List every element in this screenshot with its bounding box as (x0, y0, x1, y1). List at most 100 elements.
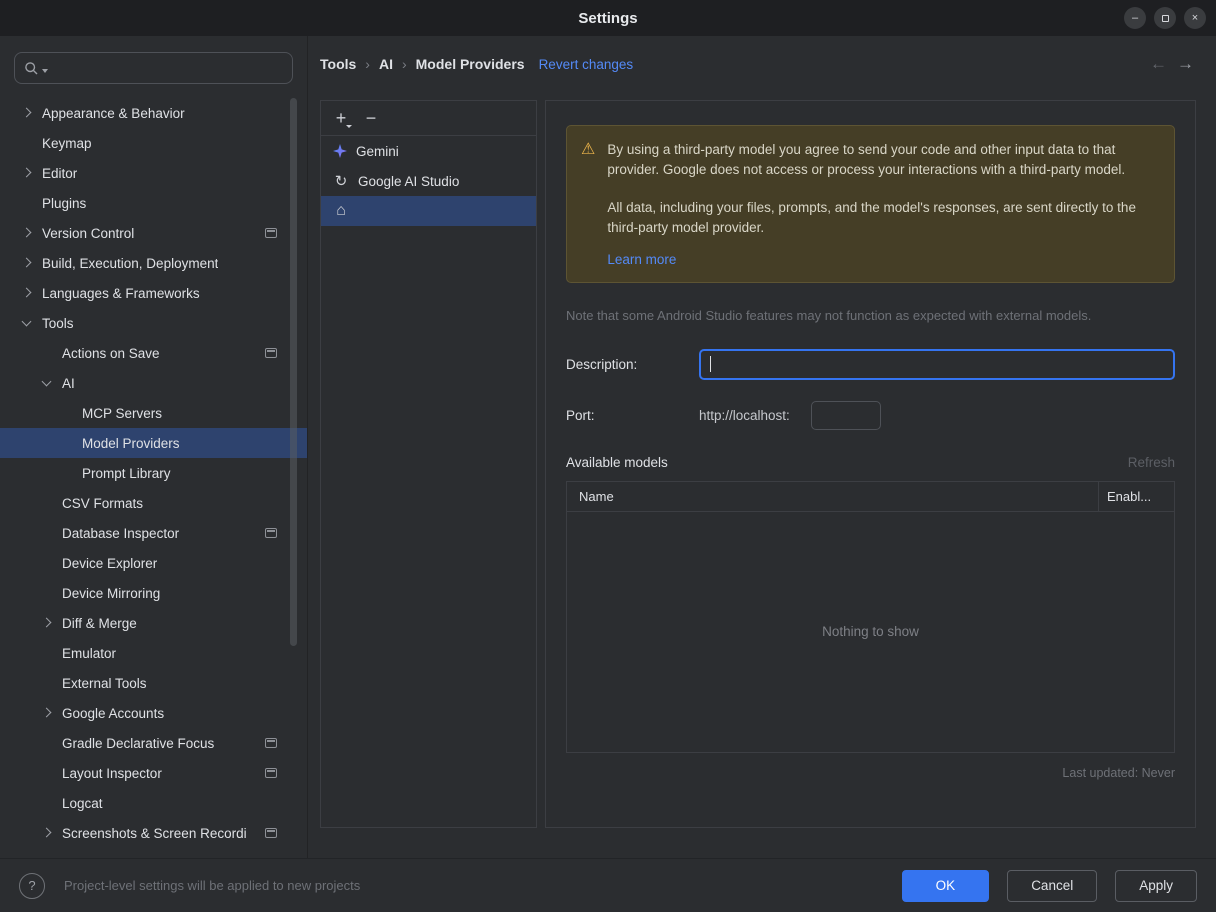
sidebar-item-label: MCP Servers (82, 405, 163, 421)
chevron-right-icon[interactable] (16, 218, 42, 248)
project-settings-badge-icon (265, 228, 277, 238)
settings-tree: Appearance & Behavior Keymap Editor Plugins… (0, 98, 307, 858)
models-table: Name Enabl... Nothing to show (566, 480, 1175, 753)
forward-arrow-icon[interactable]: → (1177, 54, 1194, 74)
sidebar-item-actions-on-save[interactable]: Actions on Save (0, 338, 307, 368)
warning-paragraph-2: All data, including your files, prompts,… (607, 200, 1136, 235)
sidebar-item-appearance-behavior[interactable]: Appearance & Behavior (0, 98, 307, 128)
breadcrumb-item-model-providers[interactable]: Model Providers (416, 56, 525, 72)
help-button[interactable]: ? (19, 872, 45, 899)
sidebar-item-csv-formats[interactable]: CSV Formats (0, 488, 307, 518)
chevron-right-icon[interactable] (16, 248, 42, 278)
provider-item-google-ai-studio[interactable]: ↻ Google AI Studio (321, 166, 536, 196)
sidebar-item-label: Screenshots & Screen Recordi (62, 825, 247, 841)
description-row: Description: (566, 348, 1175, 380)
chevron-right-icon[interactable] (16, 278, 42, 308)
chevron-right-icon[interactable] (36, 818, 62, 848)
sidebar-item-label: Google Accounts (62, 705, 165, 721)
close-icon: × (1191, 12, 1199, 24)
sidebar-item-layout-inspector[interactable]: Layout Inspector (0, 758, 307, 788)
chevron-down-icon[interactable] (36, 368, 62, 398)
search-input[interactable] (51, 59, 283, 77)
sidebar-item-version-control[interactable]: Version Control (0, 218, 307, 248)
sidebar-item-screenshots-screen-recordi[interactable]: Screenshots & Screen Recordi (0, 818, 307, 848)
sidebar-item-label: Device Explorer (62, 555, 158, 571)
add-provider-button[interactable]: + (328, 105, 354, 131)
sidebar-item-diff-merge[interactable]: Diff & Merge (0, 608, 307, 638)
sidebar-item-prompt-library[interactable]: Prompt Library (0, 458, 307, 488)
sidebar-item-label: Keymap (42, 135, 92, 151)
sidebar-item-label: Build, Execution, Deployment (42, 255, 219, 271)
column-header-enabl[interactable]: Enabl... (1098, 481, 1174, 511)
breadcrumb-item-ai[interactable]: AI (379, 56, 393, 72)
sidebar-scrollbar[interactable] (290, 98, 297, 646)
sidebar-item-label: Appearance & Behavior (42, 105, 185, 121)
chevron-right-icon[interactable] (36, 698, 62, 728)
sidebar-item-emulator[interactable]: Emulator (0, 638, 307, 668)
sidebar-item-mcp-servers[interactable]: MCP Servers (0, 398, 307, 428)
sidebar-item-ai[interactable]: AI (0, 368, 307, 398)
port-input[interactable] (810, 400, 881, 430)
description-label: Description: (566, 356, 638, 372)
ok-button[interactable]: OK (901, 869, 990, 902)
breadcrumb-separator: › (401, 56, 407, 72)
empty-table-message: Nothing to show (822, 624, 919, 640)
description-input[interactable] (699, 348, 1175, 380)
sidebar-item-gradle-declarative-focus[interactable]: Gradle Declarative Focus (0, 728, 307, 758)
sidebar-item-label: AI (62, 375, 75, 391)
column-header-name[interactable]: Name (567, 482, 1098, 511)
chevron-down-icon[interactable] (16, 308, 42, 338)
breadcrumb-item-tools[interactable]: Tools (320, 56, 356, 72)
provider-item-gemini[interactable]: Gemini (321, 136, 536, 166)
sidebar-item-build-execution-deployment[interactable]: Build, Execution, Deployment (0, 248, 307, 278)
apply-button[interactable]: Apply (1115, 869, 1197, 902)
chevron-right-icon[interactable] (36, 608, 62, 638)
sidebar-item-plugins[interactable]: Plugins (0, 188, 307, 218)
sidebar-item-languages-frameworks[interactable]: Languages & Frameworks (0, 278, 307, 308)
sidebar-item-device-explorer[interactable]: Device Explorer (0, 548, 307, 578)
external-models-note: Note that some Android Studio features m… (566, 307, 1092, 323)
titlebar: Settings – × (0, 0, 1216, 36)
chevron-right-icon[interactable] (16, 158, 42, 188)
refresh-link[interactable]: Refresh (1128, 455, 1175, 470)
sidebar-item-label: Version Control (42, 225, 135, 241)
warning-icon: ⚠ (581, 141, 596, 158)
sidebar-item-editor[interactable]: Editor (0, 158, 307, 188)
sidebar-item-model-providers[interactable]: Model Providers (0, 428, 307, 458)
cancel-button[interactable]: Cancel (1007, 869, 1098, 902)
sidebar-item-database-inspector[interactable]: Database Inspector (0, 518, 307, 548)
sidebar-item-keymap[interactable]: Keymap (0, 128, 307, 158)
maximize-button[interactable] (1154, 7, 1176, 29)
sidebar: Appearance & Behavior Keymap Editor Plugins… (0, 36, 308, 858)
last-updated-label: Last updated: Never (1062, 765, 1175, 780)
sidebar-item-label: Diff & Merge (62, 615, 137, 631)
models-table-body: Nothing to show (567, 512, 1174, 752)
remove-provider-button[interactable]: − (358, 105, 384, 131)
project-settings-badge-icon (265, 828, 277, 838)
sidebar-item-logcat[interactable]: Logcat (0, 788, 307, 818)
provider-item-home[interactable]: ⌂ (321, 196, 536, 226)
warning-paragraph-1: By using a third-party model you agree t… (607, 142, 1126, 177)
chevron-right-icon[interactable] (16, 98, 42, 128)
revert-changes-link[interactable]: Revert changes (539, 57, 634, 72)
minimize-button[interactable]: – (1124, 7, 1146, 29)
search-box[interactable] (14, 52, 293, 84)
back-arrow-icon[interactable]: ← (1150, 54, 1167, 74)
sidebar-item-label: Model Providers (82, 435, 180, 451)
sidebar-item-tools[interactable]: Tools (0, 308, 307, 338)
sidebar-item-external-tools[interactable]: External Tools (0, 668, 307, 698)
search-icon (25, 61, 38, 74)
learn-more-link[interactable]: Learn more (607, 252, 676, 267)
sidebar-item-device-mirroring[interactable]: Device Mirroring (0, 578, 307, 608)
search-history-caret-icon[interactable] (42, 68, 48, 73)
close-button[interactable]: × (1184, 7, 1206, 29)
project-settings-badge-icon (265, 768, 277, 778)
help-icon: ? (28, 878, 36, 893)
sidebar-item-google-accounts[interactable]: Google Accounts (0, 698, 307, 728)
